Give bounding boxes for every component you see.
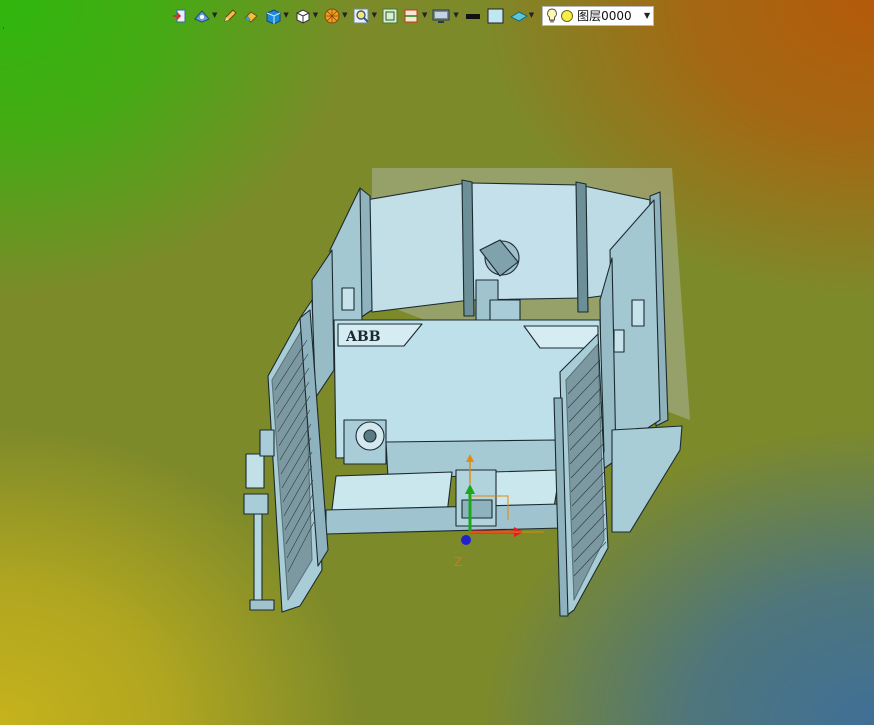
fit-view-button[interactable] xyxy=(382,8,398,24)
pencil-button[interactable] xyxy=(222,8,238,24)
exit-button[interactable] xyxy=(172,8,188,24)
3d-viewport[interactable]: ABB Z xyxy=(0,30,874,725)
lightbulb-icon[interactable] xyxy=(546,7,558,24)
dropdown-arrow-icon[interactable]: ▼ xyxy=(644,11,650,20)
control-pole xyxy=(243,429,275,611)
chevron-down-icon: ▼ xyxy=(528,11,535,19)
solid-box-button[interactable]: ▼ xyxy=(264,8,289,24)
brand-logo-text: ABB xyxy=(345,329,381,345)
chevron-down-icon: ▼ xyxy=(283,11,289,19)
front-right-fence xyxy=(553,333,609,617)
layer-name: 图层0000 xyxy=(577,9,632,23)
zoom-button[interactable]: ▼ xyxy=(353,8,377,24)
cube-view-button[interactable]: ▼ xyxy=(294,8,318,24)
display-button[interactable]: ▼ xyxy=(432,8,459,24)
exit-door-icon xyxy=(173,9,186,22)
plane-button[interactable]: ▼ xyxy=(509,8,535,24)
line-style-icon xyxy=(465,13,480,19)
display-icon xyxy=(432,9,450,23)
line-style-button[interactable] xyxy=(464,8,482,24)
pencil-icon xyxy=(224,8,238,22)
view-toolbar: ▼ ▼ ▼ ▼ ▼ ▼ ▼ ▼ 图层0000 ▼ xyxy=(172,4,655,27)
color-swatch-icon xyxy=(487,8,504,23)
sphere-view-button[interactable]: ▼ xyxy=(323,8,348,24)
cube-view-icon xyxy=(296,8,310,24)
color-swatch-button[interactable] xyxy=(487,8,505,24)
view-style-button[interactable]: ▼ xyxy=(193,8,217,24)
motor-unit xyxy=(343,419,387,465)
chevron-down-icon: ▼ xyxy=(371,11,377,19)
chevron-down-icon: ▼ xyxy=(342,11,348,19)
chevron-down-icon: ▼ xyxy=(453,11,459,19)
eraser-button[interactable] xyxy=(243,8,259,24)
fit-view-icon xyxy=(382,8,398,23)
chevron-down-icon: ▼ xyxy=(212,11,218,19)
right-base-frame xyxy=(611,425,683,533)
z-axis-label: Z xyxy=(454,555,462,569)
layer-selector[interactable]: 图层0000 ▼ xyxy=(542,5,655,26)
eraser-icon xyxy=(244,10,259,23)
layer-visible-icon[interactable] xyxy=(560,9,574,23)
sphere-grid-icon xyxy=(324,8,340,23)
section-icon xyxy=(404,9,418,22)
view-style-icon xyxy=(194,9,210,23)
section-button[interactable]: ▼ xyxy=(403,8,427,24)
chevron-down-icon: ▼ xyxy=(312,11,319,19)
plane-icon xyxy=(509,10,528,22)
zoom-icon xyxy=(353,8,369,23)
chevron-down-icon: ▼ xyxy=(421,11,428,19)
solid-box-icon xyxy=(266,8,281,24)
